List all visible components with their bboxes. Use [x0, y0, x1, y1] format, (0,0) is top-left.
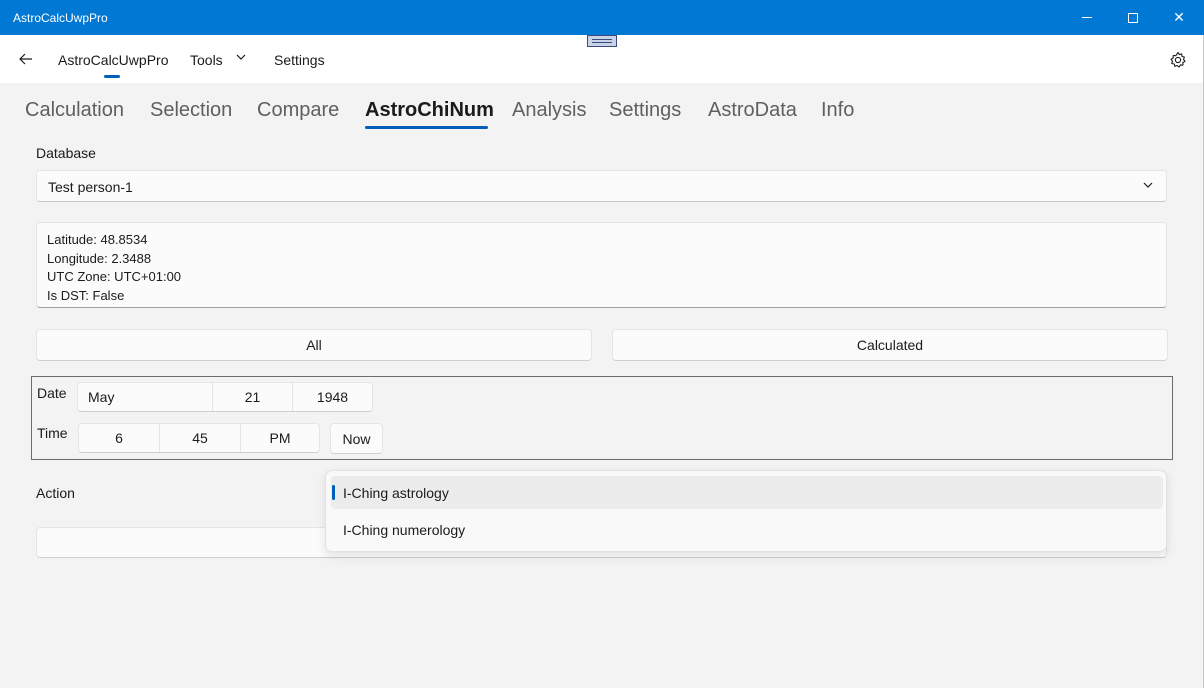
all-button[interactable]: All [36, 329, 592, 361]
maximize-icon [1128, 12, 1138, 23]
chevron-down-icon[interactable] [236, 53, 246, 61]
action-option-iching-numerology[interactable]: I-Ching numerology [331, 513, 1163, 546]
option-label: I-Ching numerology [343, 521, 466, 538]
calculated-button[interactable]: Calculated [612, 329, 1168, 361]
tab-settings[interactable]: Settings [609, 99, 681, 122]
now-button[interactable]: Now [330, 423, 383, 454]
tab-info[interactable]: Info [821, 99, 854, 122]
database-selected-value: Test person-1 [48, 179, 133, 195]
chevron-down-icon [1143, 182, 1153, 188]
minimize-icon [1082, 17, 1092, 18]
date-year[interactable]: 1948 [293, 383, 372, 411]
tab-bar: Calculation Selection Compare AstroChiNu… [0, 83, 1204, 133]
minimize-button[interactable] [1064, 0, 1110, 35]
nav-item-tools[interactable]: Tools [190, 52, 223, 68]
nav-selection-indicator [104, 75, 120, 78]
nav-item-settings[interactable]: Settings [274, 52, 325, 68]
date-month[interactable]: May [78, 383, 213, 411]
date-picker[interactable]: May 21 1948 [77, 382, 373, 412]
close-button[interactable]: ✕ [1156, 0, 1202, 35]
back-button[interactable] [12, 47, 40, 71]
selection-indicator [332, 485, 335, 500]
time-minute[interactable]: 45 [160, 424, 241, 452]
nav-item-home[interactable]: AstroCalcUwpPro [58, 52, 168, 68]
time-hour[interactable]: 6 [79, 424, 160, 452]
action-label: Action [36, 485, 75, 501]
time-picker[interactable]: 6 45 PM [78, 423, 320, 453]
tab-compare[interactable]: Compare [257, 99, 339, 122]
longitude-text: Longitude: 2.3488 [47, 250, 152, 266]
latitude-text: Latitude: 48.8534 [47, 232, 148, 247]
tab-calculation[interactable]: Calculation [25, 99, 124, 122]
time-period[interactable]: PM [241, 424, 319, 452]
utc-zone-text: UTC Zone: UTC+01:00 [47, 269, 182, 284]
location-info-textbox[interactable]: Latitude: 48.8534 Longitude: 2.3488 UTC … [36, 222, 1167, 308]
database-combobox[interactable]: Test person-1 [36, 170, 1167, 202]
tab-selection-indicator [365, 126, 488, 129]
maximize-button[interactable] [1110, 0, 1156, 35]
tab-selection[interactable]: Selection [150, 99, 232, 122]
option-label: I-Ching astrology [343, 484, 449, 501]
back-arrow-icon [19, 53, 32, 65]
time-label: Time [37, 425, 68, 441]
date-day[interactable]: 21 [213, 383, 293, 411]
gear-icon[interactable] [1169, 51, 1187, 69]
action-option-iching-astrology[interactable]: I-Ching astrology [331, 476, 1163, 509]
title-bar: AstroCalcUwpPro ✕ [0, 0, 1204, 35]
date-label: Date [37, 385, 67, 401]
tab-astrodata[interactable]: AstroData [708, 99, 797, 122]
action-dropdown-list: I-Ching astrology I-Ching numerology [325, 470, 1167, 552]
tab-analysis[interactable]: Analysis [512, 99, 586, 122]
drag-handle[interactable] [587, 35, 617, 47]
nav-bar: AstroCalcUwpPro Tools Settings [0, 35, 1204, 83]
window-title: AstroCalcUwpPro [13, 11, 108, 25]
database-label: Database [36, 145, 96, 161]
close-icon: ✕ [1173, 9, 1185, 25]
dst-text: Is DST: False [47, 287, 125, 303]
datetime-panel: Date May 21 1948 Time 6 45 PM Now [31, 376, 1173, 460]
tab-astrochinum[interactable]: AstroChiNum [365, 99, 494, 122]
